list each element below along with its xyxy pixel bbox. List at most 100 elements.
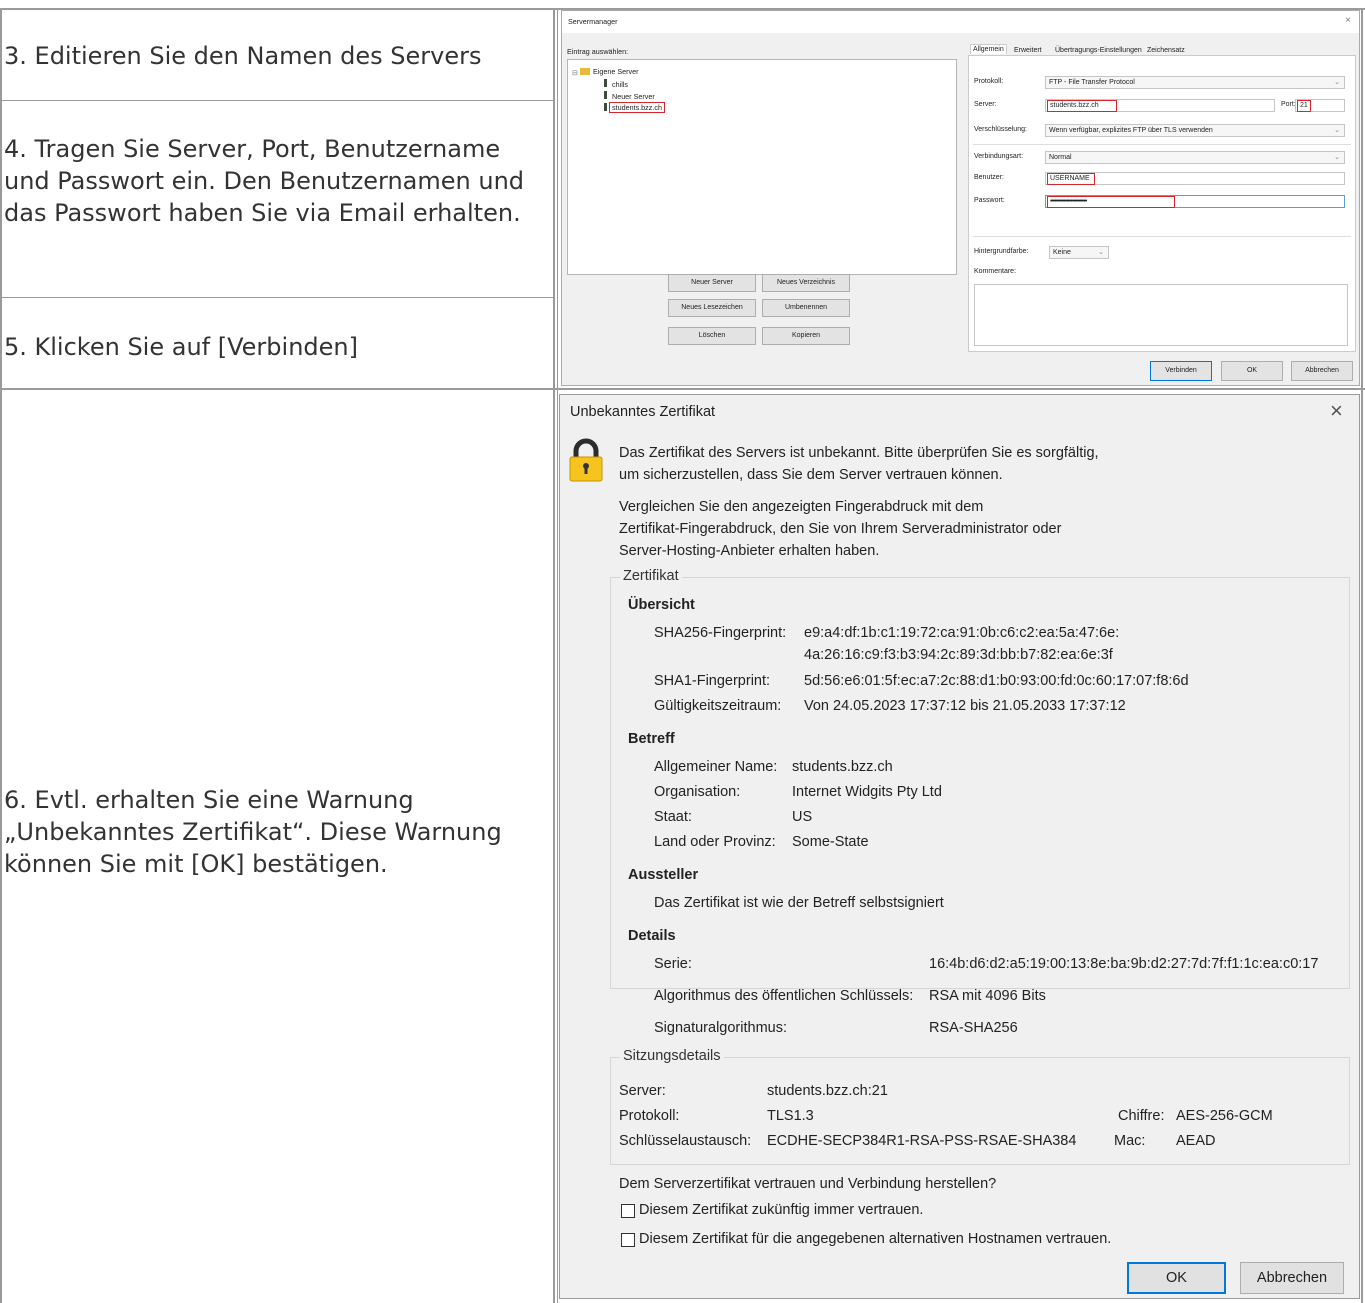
cn-label: Allgemeiner Name:: [654, 759, 778, 775]
tree-item[interactable]: Neuer Server: [612, 92, 655, 101]
row-divider: [0, 388, 1365, 390]
chevron-down-icon: ⌄: [1334, 79, 1340, 86]
protocol-label: Protokoll:: [974, 78, 1004, 85]
intro-line-2: um sicherzustellen, dass Sie dem Server …: [619, 467, 1003, 483]
server-input[interactable]: students.bzz.ch: [1047, 100, 1117, 112]
sha256-line-1: e9:a4:df:1b:c1:19:72:ca:91:0b:c6:c2:ea:5…: [804, 625, 1120, 641]
column-divider-2: [557, 8, 558, 1303]
column-divider: [553, 8, 555, 1303]
cn-value: students.bzz.ch: [792, 759, 893, 775]
session-group-title: Sitzungsdetails: [620, 1048, 724, 1064]
close-icon[interactable]: ×: [1345, 15, 1351, 26]
subject-heading: Betreff: [628, 731, 675, 747]
ok-button[interactable]: OK: [1221, 361, 1283, 381]
mac-label: Mac:: [1114, 1133, 1146, 1149]
always-trust-label[interactable]: Diesem Zertifikat zukünftig immer vertra…: [639, 1202, 923, 1218]
step-3-text: 3. Editieren Sie den Namen des Servers: [4, 42, 482, 70]
delete-button[interactable]: Löschen: [668, 327, 756, 345]
port-label: Port:: [1281, 101, 1296, 108]
entry-label: Eintrag auswählen:: [567, 47, 629, 56]
dialog-title: Unbekanntes Zertifikat: [570, 404, 716, 420]
issuer-heading: Aussteller: [628, 867, 699, 883]
close-icon[interactable]: ×: [1330, 398, 1343, 424]
tab-advanced[interactable]: Erweitert: [1014, 47, 1042, 54]
password-label: Passwort:: [974, 197, 1005, 204]
step-6-text: 6. Evtl. erhalten Sie eine Warnung „Unbe…: [4, 786, 502, 878]
tree-item[interactable]: chills: [612, 80, 628, 89]
session-server-label: Server:: [619, 1083, 666, 1099]
serial-label: Serie:: [654, 956, 692, 972]
server-label: Server:: [974, 101, 997, 108]
alt-hostnames-label[interactable]: Diesem Zertifikat für die angegebenen al…: [639, 1231, 1111, 1247]
serial-value: 16:4b:d6:d2:a5:19:00:13:8e:ba:9b:d2:27:7…: [929, 956, 1319, 972]
pubkey-label: Algorithmus des öffentlichen Schlüssels:: [654, 988, 914, 1004]
country-value: US: [792, 809, 813, 825]
state-label: Land oder Provinz:: [654, 834, 776, 850]
logon-type-label: Verbindungsart:: [974, 153, 1024, 160]
encryption-select[interactable]: Wenn verfügbar, explizites FTP über TLS …: [1045, 124, 1345, 137]
tree-item-selected[interactable]: students.bzz.ch: [609, 102, 665, 113]
alt-hostnames-checkbox[interactable]: [621, 1233, 635, 1247]
protocol-select[interactable]: FTP - File Transfer Protocol ⌄: [1045, 76, 1345, 89]
row-divider: [0, 297, 555, 298]
always-trust-checkbox[interactable]: [621, 1204, 635, 1218]
user-label: Benutzer:: [974, 174, 1004, 181]
logon-type-select[interactable]: Normal ⌄: [1045, 151, 1345, 164]
state-value: Some-State: [792, 834, 869, 850]
tab-transfer-settings[interactable]: Übertragungs-Einstellungen: [1055, 47, 1142, 54]
user-input[interactable]: USERNAME: [1047, 173, 1095, 185]
validity-label: Gültigkeitszeitraum:: [654, 698, 782, 714]
tree-root[interactable]: Eigene Server: [593, 67, 639, 76]
tab-general[interactable]: Allgemein: [970, 44, 1007, 54]
step-4-text: 4. Tragen Sie Server, Port, Benutzername…: [4, 135, 525, 227]
encryption-label: Verschlüsselung:: [974, 126, 1027, 133]
kex-label: Schlüsselaustausch:: [619, 1133, 752, 1149]
cancel-button[interactable]: Abbrechen: [1291, 361, 1353, 381]
compare-line-3: Server-Hosting-Anbieter erhalten haben.: [619, 543, 880, 559]
session-protocol-label: Protokoll:: [619, 1108, 680, 1124]
comments-textarea[interactable]: [974, 284, 1348, 346]
certificate-dialog: Unbekanntes Zertifikat × Das Zertifikat …: [559, 394, 1360, 1299]
validity-value: Von 24.05.2023 17:37:12 bis 21.05.2033 1…: [804, 698, 1126, 714]
server-icon: [604, 79, 607, 87]
details-heading: Details: [628, 928, 676, 944]
new-server-button[interactable]: Neuer Server: [668, 274, 756, 292]
country-label: Staat:: [654, 809, 692, 825]
encryption-value: Wenn verfügbar, explizites FTP über TLS …: [1049, 127, 1213, 134]
chevron-down-icon: ⌄: [1334, 154, 1340, 161]
folder-icon: [580, 68, 590, 75]
compare-line-1: Vergleichen Sie den angezeigten Fingerab…: [619, 499, 984, 515]
session-protocol-value: TLS1.3: [767, 1108, 814, 1124]
server-tree[interactable]: ⊟ Eigene Server chills Neuer Server stud…: [567, 59, 957, 275]
org-label: Organisation:: [654, 784, 741, 800]
trust-question: Dem Serverzertifikat vertrauen und Verbi…: [619, 1176, 997, 1192]
bgcolor-value: Keine: [1053, 249, 1071, 256]
compare-line-2: Zertifikat-Fingerabdruck, den Sie von Ih…: [619, 521, 1062, 537]
divider: [973, 236, 1351, 237]
connect-button[interactable]: Verbinden: [1150, 361, 1212, 381]
pubkey-value: RSA mit 4096 Bits: [929, 988, 1046, 1004]
new-bookmark-button[interactable]: Neues Lesezeichen: [668, 299, 756, 317]
ok-button[interactable]: OK: [1127, 1262, 1226, 1294]
tab-charset[interactable]: Zeichensatz: [1147, 47, 1185, 54]
sha256-label: SHA256-Fingerprint:: [654, 625, 787, 641]
table-border-right: [1361, 8, 1363, 1303]
bgcolor-select[interactable]: Keine ⌄: [1049, 246, 1109, 259]
chevron-down-icon: ⌄: [1334, 127, 1340, 134]
cipher-value: AES-256-GCM: [1176, 1108, 1273, 1124]
general-panel: Protokoll: FTP - File Transfer Protocol …: [968, 55, 1356, 352]
new-folder-button[interactable]: Neues Verzeichnis: [762, 274, 850, 292]
row-divider: [0, 100, 555, 101]
sha256-line-2: 4a:26:16:c9:f3:b3:94:2c:89:3d:bb:b7:82:e…: [804, 647, 1113, 663]
tree-expand-icon[interactable]: ⊟: [572, 68, 578, 77]
copy-button[interactable]: Kopieren: [762, 327, 850, 345]
logon-type-value: Normal: [1049, 154, 1072, 161]
divider: [973, 144, 1351, 145]
cancel-button[interactable]: Abbrechen: [1240, 1262, 1344, 1294]
certificate-group-title: Zertifikat: [620, 568, 682, 584]
password-input[interactable]: •••••••••••••••••••••••••: [1047, 196, 1175, 208]
port-input[interactable]: 21: [1297, 100, 1311, 112]
rename-button[interactable]: Umbenennen: [762, 299, 850, 317]
overview-heading: Übersicht: [628, 597, 695, 613]
sha1-value: 5d:56:e6:01:5f:ec:a7:2c:88:d1:b0:93:00:f…: [804, 673, 1189, 689]
